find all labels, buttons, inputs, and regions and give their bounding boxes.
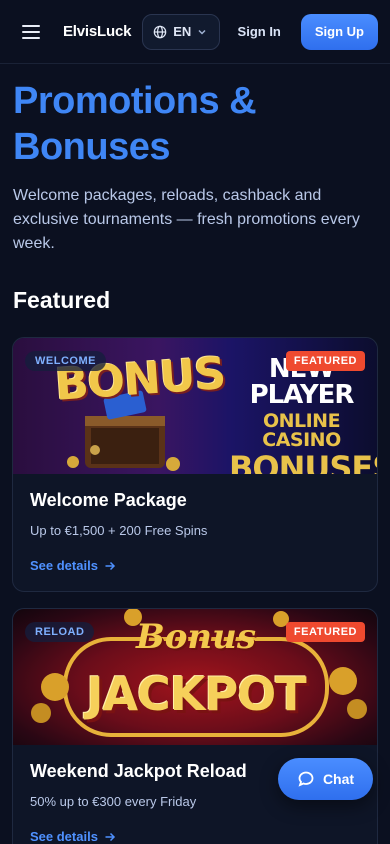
page-subtitle: Welcome packages, reloads, cashback and …: [13, 187, 360, 252]
art-jackpot-text: JACKPOT: [86, 667, 306, 721]
page-title: Promotions & Bonuses: [13, 80, 257, 168]
category-badge: WELCOME: [25, 351, 106, 371]
promo-card-welcome[interactable]: BONUS NEW PLAYER ONLINE CASINO BONUSES W…: [12, 337, 378, 592]
featured-heading: Featured: [13, 287, 111, 313]
promo-title: Welcome Package: [30, 490, 187, 510]
arrow-right-icon: [105, 561, 115, 570]
promo-image-welcome: BONUS NEW PLAYER ONLINE CASINO BONUSES W…: [13, 338, 377, 474]
see-details-link[interactable]: See details: [30, 829, 360, 844]
featured-badge: FEATURED: [285, 622, 365, 642]
see-details-label: See details: [30, 829, 98, 844]
chat-label: Chat: [322, 771, 355, 787]
art-line-2: ONLINE CASINO: [262, 410, 341, 451]
arrow-right-icon: [105, 832, 115, 841]
featured-badge: FEATURED: [285, 351, 365, 371]
site-logo[interactable]: ElvisLuck: [63, 23, 131, 40]
promo-offer: Up to €1,500 + 200 Free Spins: [30, 523, 208, 538]
sign-up-button[interactable]: Sign Up: [300, 13, 378, 50]
chevron-down-icon: [198, 29, 206, 35]
chat-button[interactable]: Chat: [278, 758, 373, 800]
see-details-label: See details: [30, 558, 98, 573]
chat-bubble-icon: [298, 771, 314, 787]
promo-image-reload: Bonus JACKPOT RELOAD FEATURED: [13, 609, 377, 745]
language-selector[interactable]: EN: [142, 13, 221, 50]
sign-in-button[interactable]: Sign In: [238, 24, 281, 39]
see-details-link[interactable]: See details: [30, 558, 360, 573]
language-label: EN: [173, 24, 192, 39]
art-line-3: BONUSES: [229, 449, 377, 474]
globe-icon: [153, 25, 167, 38]
promo-card-reload[interactable]: Bonus JACKPOT RELOAD FEATURED Weekend Ja…: [12, 608, 378, 844]
category-badge: RELOAD: [25, 622, 95, 642]
menu-icon[interactable]: [22, 24, 40, 39]
top-header: ElvisLuck EN Sign In Sign Up: [0, 0, 390, 64]
